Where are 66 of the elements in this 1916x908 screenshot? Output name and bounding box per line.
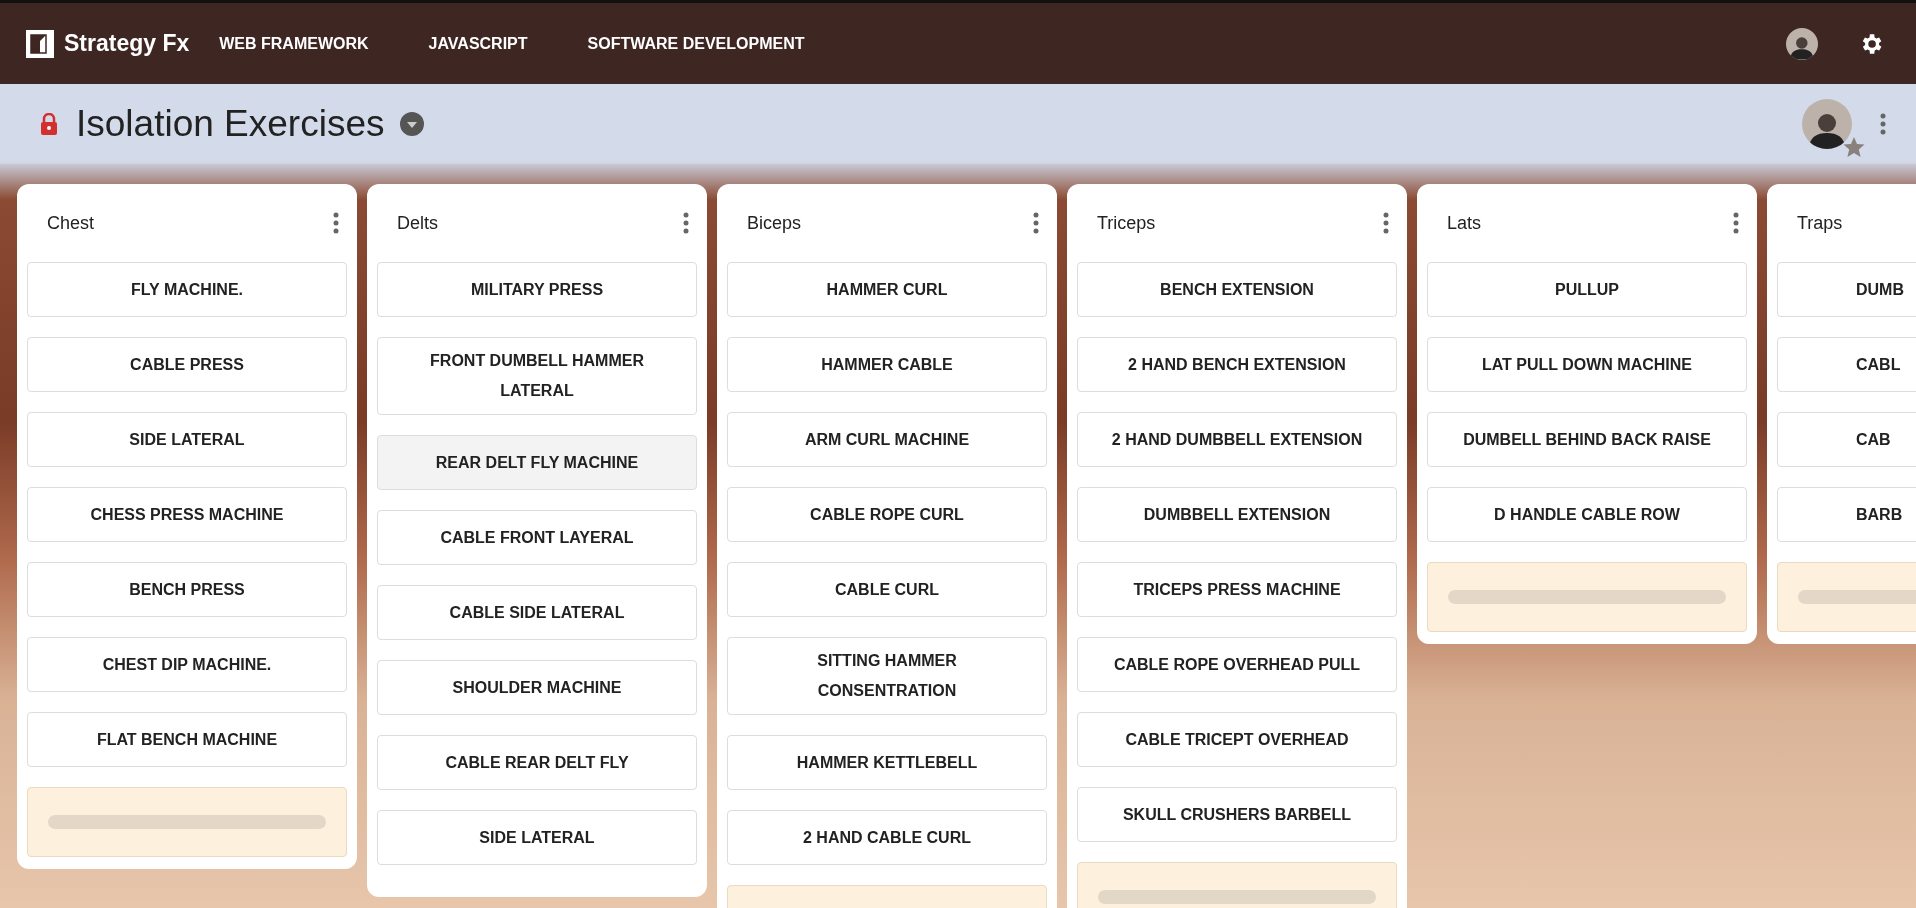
more-options-button[interactable] bbox=[333, 212, 339, 234]
more-options-icon bbox=[333, 212, 339, 234]
column-title: Chest bbox=[47, 212, 95, 234]
title-dropdown-button[interactable] bbox=[400, 112, 425, 136]
exercise-card[interactable]: CHEST DIP MACHINE. bbox=[27, 637, 347, 692]
exercise-card[interactable]: MILITARY PRESS bbox=[377, 262, 697, 317]
board-title: Isolation Exercises bbox=[76, 103, 385, 145]
more-options-icon bbox=[1880, 113, 1886, 135]
exercise-card[interactable]: CABLE SIDE LATERAL bbox=[377, 585, 697, 640]
exercise-card[interactable]: SITTING HAMMER CONSENTRATION bbox=[727, 637, 1047, 715]
more-options-button[interactable] bbox=[683, 212, 689, 234]
exercise-card[interactable]: DUMBELL BEHIND BACK RAISE bbox=[1427, 412, 1747, 467]
exercise-card[interactable]: SKULL CRUSHERS BARBELL bbox=[1077, 787, 1397, 842]
exercise-card[interactable]: HAMMER CURL bbox=[727, 262, 1047, 317]
nav-link[interactable]: SOFTWARE DEVELOPMENT bbox=[587, 34, 805, 53]
exercise-card[interactable]: HAMMER CABLE bbox=[727, 337, 1047, 392]
caret-down-icon bbox=[400, 112, 425, 136]
exercise-card[interactable]: BENCH PRESS bbox=[27, 562, 347, 617]
exercise-card[interactable]: SIDE LATERAL bbox=[27, 412, 347, 467]
nav-link[interactable]: WEB FRAMEWORK bbox=[219, 34, 369, 53]
more-options-icon bbox=[1383, 212, 1389, 234]
column-title: Triceps bbox=[1097, 212, 1156, 234]
exercise-card[interactable]: 2 HAND DUMBBELL EXTENSION bbox=[1077, 412, 1397, 467]
exercise-card[interactable]: HAMMER KETTLEBELL bbox=[727, 735, 1047, 790]
more-options-icon bbox=[1733, 212, 1739, 234]
column-title: Biceps bbox=[747, 212, 802, 234]
column-title: Lats bbox=[1447, 212, 1482, 234]
exercise-card[interactable]: CABLE ROPE CURL bbox=[727, 487, 1047, 542]
exercise-card[interactable]: FLAT BENCH MACHINE bbox=[27, 712, 347, 767]
exercise-card[interactable]: CABLE REAR DELT FLY bbox=[377, 735, 697, 790]
more-options-icon bbox=[683, 212, 689, 234]
exercise-card[interactable]: CABLE ROPE OVERHEAD PULL bbox=[1077, 637, 1397, 692]
nav-link[interactable]: JAVASCRIPT bbox=[428, 34, 528, 53]
exercise-card[interactable]: ARM CURL MACHINE bbox=[727, 412, 1047, 467]
user-avatar[interactable] bbox=[1786, 27, 1818, 60]
more-options-button[interactable] bbox=[1033, 212, 1039, 234]
exercise-card[interactable]: DUMBBELL EXTENSION bbox=[1077, 487, 1397, 542]
exercise-card[interactable]: BENCH EXTENSION bbox=[1077, 262, 1397, 317]
logo-icon bbox=[26, 29, 54, 58]
exercise-card[interactable]: CABLE FRONT LAYERAL bbox=[377, 510, 697, 565]
exercise-card[interactable]: DUMB bbox=[1777, 262, 1916, 317]
exercise-card[interactable]: REAR DELT FLY MACHINE bbox=[377, 435, 697, 490]
more-options-button[interactable] bbox=[1383, 212, 1389, 234]
exercise-card[interactable]: 2 HAND CABLE CURL bbox=[727, 810, 1047, 865]
exercise-card[interactable]: CAB bbox=[1777, 412, 1916, 467]
more-options-button[interactable] bbox=[1733, 212, 1739, 234]
exercise-card[interactable]: SHOULDER MACHINE bbox=[377, 660, 697, 715]
exercise-card[interactable]: CABLE PRESS bbox=[27, 337, 347, 392]
exercise-card[interactable]: TRICEPS PRESS MACHINE bbox=[1077, 562, 1397, 617]
brand-name: Strategy Fx bbox=[64, 30, 190, 57]
exercise-card[interactable]: PULLUP bbox=[1427, 262, 1747, 317]
exercise-card[interactable]: FRONT DUMBELL HAMMER LATERAL bbox=[377, 337, 697, 415]
exercise-card[interactable]: CABL bbox=[1777, 337, 1916, 392]
exercise-card[interactable]: CABLE CURL bbox=[727, 562, 1047, 617]
exercise-card[interactable]: SIDE LATERAL bbox=[377, 810, 697, 865]
exercise-card[interactable]: LAT PULL DOWN MACHINE bbox=[1427, 337, 1747, 392]
more-options-icon bbox=[1033, 212, 1039, 234]
exercise-card[interactable]: D HANDLE CABLE ROW bbox=[1427, 487, 1747, 542]
exercise-card[interactable]: FLY MACHINE. bbox=[27, 262, 347, 317]
exercise-card[interactable]: 2 HAND BENCH EXTENSION bbox=[1077, 337, 1397, 392]
column-title: Delts bbox=[397, 212, 438, 234]
column-title: Traps bbox=[1797, 212, 1843, 234]
more-options-button[interactable] bbox=[1880, 113, 1886, 135]
exercise-card[interactable]: CABLE TRICEPT OVERHEAD bbox=[1077, 712, 1397, 767]
exercise-card[interactable]: CHESS PRESS MACHINE bbox=[27, 487, 347, 542]
exercise-card[interactable]: BARB bbox=[1777, 487, 1916, 542]
